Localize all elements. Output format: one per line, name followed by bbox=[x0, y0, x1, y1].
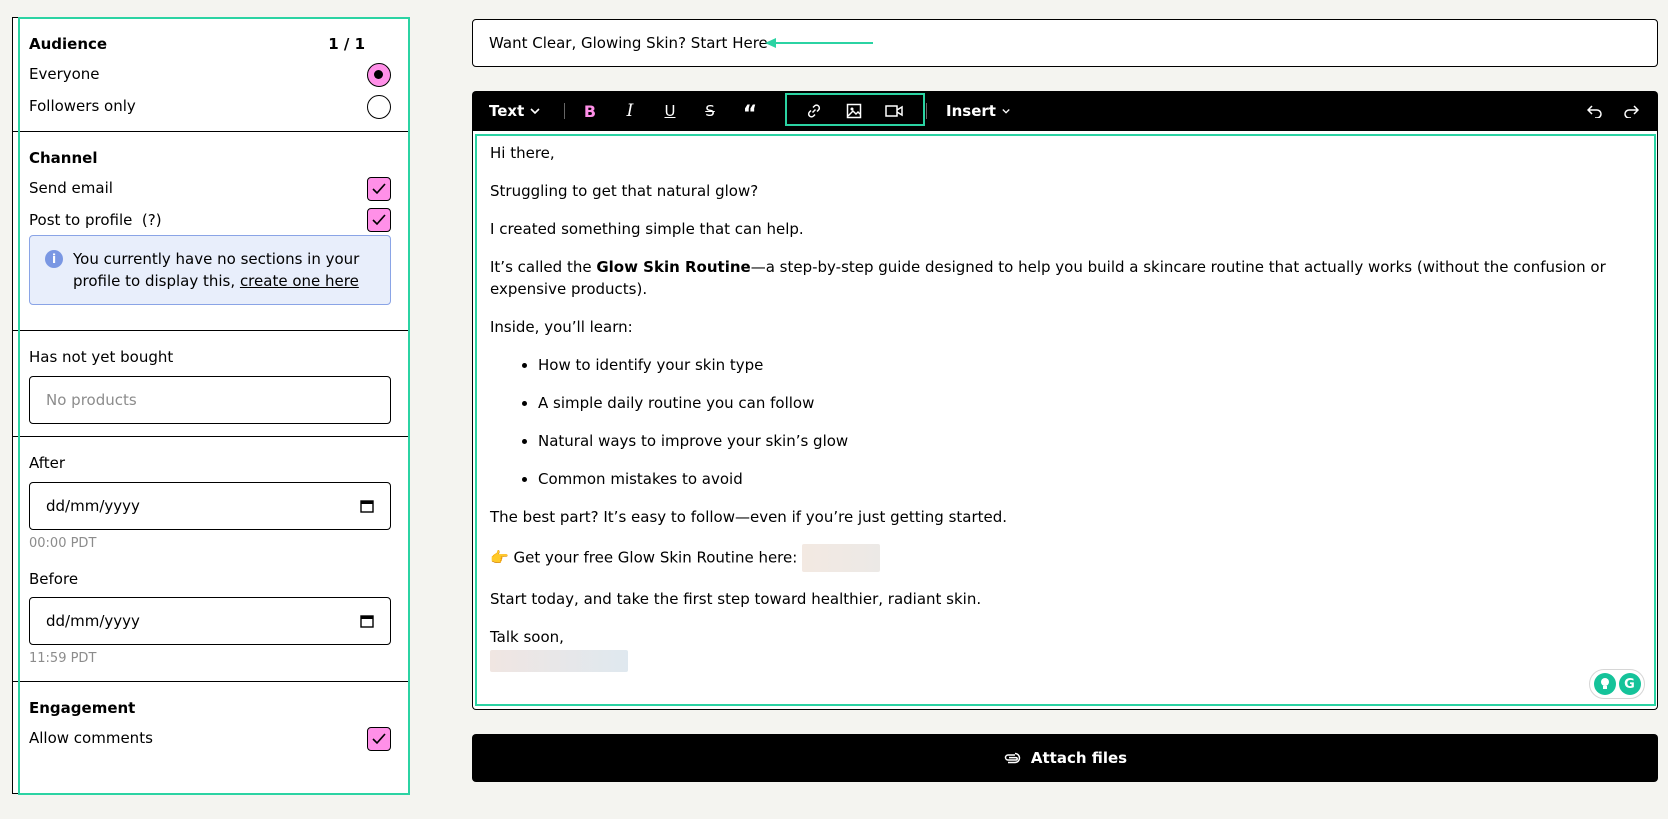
undo-icon bbox=[1587, 105, 1602, 118]
pointing-hand-icon: 👉 bbox=[490, 548, 509, 567]
body-paragraph: It’s called the Glow Skin Routine—a step… bbox=[490, 256, 1637, 300]
products-placeholder: No products bbox=[46, 391, 137, 409]
paperclip-icon bbox=[1004, 752, 1021, 764]
bold-button[interactable]: B bbox=[574, 91, 606, 131]
chevron-down-icon bbox=[1002, 108, 1010, 114]
before-date-input[interactable]: dd/mm/yyyy bbox=[29, 597, 391, 645]
help-icon[interactable]: (?) bbox=[142, 211, 162, 229]
signoff-paragraph: Talk soon, bbox=[490, 626, 1637, 672]
email-body-editor[interactable]: Hi there, Struggling to get that natural… bbox=[472, 131, 1658, 710]
grammarly-widget[interactable]: G bbox=[1589, 669, 1645, 699]
toolbar-divider bbox=[926, 103, 927, 119]
quote-button[interactable]: “ bbox=[734, 91, 766, 131]
send-email-checkbox[interactable] bbox=[367, 177, 391, 201]
p3-prefix: It’s called the bbox=[490, 258, 597, 276]
editor-toolbar: Text B I U S “ Insert bbox=[472, 91, 1658, 131]
engagement-section: Engagement Allow comments bbox=[13, 682, 408, 794]
strikethrough-icon: S bbox=[705, 102, 715, 120]
calendar-icon[interactable] bbox=[360, 499, 374, 513]
products-select[interactable]: No products bbox=[29, 376, 391, 424]
create-section-link[interactable]: create one here bbox=[240, 272, 359, 290]
arrow-annotation-icon bbox=[765, 38, 873, 48]
allow-comments-checkbox[interactable] bbox=[367, 727, 391, 751]
list-item: Common mistakes to avoid bbox=[538, 468, 1637, 490]
audience-option-label: Followers only bbox=[29, 97, 136, 115]
engagement-heading: Engagement bbox=[29, 699, 136, 717]
redo-button[interactable] bbox=[1616, 91, 1646, 131]
signoff-text: Talk soon, bbox=[490, 628, 564, 646]
insert-label: Insert bbox=[946, 102, 996, 120]
post-to-profile-checkbox[interactable] bbox=[367, 208, 391, 232]
cta-paragraph: 👉 Get your free Glow Skin Routine here: bbox=[490, 544, 1637, 572]
info-banner: i You currently have no sections in your… bbox=[29, 235, 391, 305]
audience-count: 1 / 1 bbox=[328, 35, 365, 53]
send-email-label: Send email bbox=[29, 179, 113, 197]
bold-icon: B bbox=[583, 101, 597, 121]
not-bought-label: Has not yet bought bbox=[29, 348, 174, 366]
list-item: A simple daily routine you can follow bbox=[538, 392, 1637, 414]
body-paragraph: Struggling to get that natural glow? bbox=[490, 182, 759, 200]
italic-button[interactable]: I bbox=[614, 91, 646, 131]
audience-option-label: Everyone bbox=[29, 65, 100, 83]
redo-icon bbox=[1624, 105, 1639, 118]
text-style-label: Text bbox=[489, 102, 525, 120]
undo-button[interactable] bbox=[1580, 91, 1610, 131]
channel-section: Channel Send email Post to profile (?) i… bbox=[13, 132, 408, 331]
body-paragraph: I created something simple that can help… bbox=[490, 220, 804, 238]
toolbar-media-highlight bbox=[785, 93, 925, 126]
audience-heading: Audience bbox=[29, 35, 108, 53]
email-body-content[interactable]: Hi there, Struggling to get that natural… bbox=[490, 142, 1637, 688]
calendar-icon[interactable] bbox=[360, 614, 374, 628]
toolbar-divider bbox=[564, 103, 565, 119]
attach-files-label: Attach files bbox=[1030, 749, 1128, 767]
after-time: 00:00 PDT bbox=[29, 536, 97, 551]
lightbulb-icon[interactable] bbox=[1593, 673, 1616, 695]
greeting-line: Hi there, bbox=[490, 144, 555, 162]
info-icon: i bbox=[45, 250, 63, 268]
redacted-signature bbox=[490, 650, 628, 672]
attach-files-button[interactable]: Attach files bbox=[472, 734, 1658, 782]
date-section: After dd/mm/yyyy 00:00 PDT Before dd/mm/… bbox=[13, 437, 408, 682]
subject-input[interactable]: Want Clear, Glowing Skin? Start Here bbox=[472, 19, 1658, 67]
not-bought-section: Has not yet bought No products bbox=[13, 331, 408, 437]
checkmark-icon bbox=[372, 733, 386, 745]
post-to-profile-text: Post to profile bbox=[29, 211, 133, 229]
body-paragraph: The best part? It’s easy to follow—even … bbox=[490, 508, 1008, 526]
channel-heading: Channel bbox=[29, 149, 98, 167]
checkmark-icon bbox=[372, 183, 386, 195]
cta-text: Get your free Glow Skin Routine here: bbox=[513, 548, 798, 567]
post-to-profile-label: Post to profile (?) bbox=[29, 211, 162, 229]
benefits-list: How to identify your skin type A simple … bbox=[538, 354, 1637, 490]
list-item: Natural ways to improve your skin’s glow bbox=[538, 430, 1637, 452]
everyone-radio[interactable] bbox=[367, 63, 391, 87]
underline-icon: U bbox=[664, 102, 676, 120]
grammarly-icon[interactable]: G bbox=[1618, 673, 1641, 695]
text-style-dropdown[interactable]: Text bbox=[489, 91, 547, 131]
after-date-input[interactable]: dd/mm/yyyy bbox=[29, 482, 391, 530]
strikethrough-button[interactable]: S bbox=[694, 91, 726, 131]
insert-dropdown[interactable]: Insert bbox=[946, 91, 1010, 131]
before-time: 11:59 PDT bbox=[29, 651, 97, 666]
product-name: Glow Skin Routine bbox=[596, 258, 751, 276]
before-date-placeholder: dd/mm/yyyy bbox=[46, 612, 140, 630]
list-item: How to identify your skin type bbox=[538, 354, 1637, 376]
chevron-down-icon bbox=[530, 107, 540, 114]
audience-section: Audience 1 / 1 Everyone Followers only bbox=[13, 18, 408, 132]
checkmark-icon bbox=[372, 214, 386, 226]
after-label: After bbox=[29, 454, 66, 472]
after-date-placeholder: dd/mm/yyyy bbox=[46, 497, 140, 515]
body-paragraph: Inside, you’ll learn: bbox=[490, 318, 633, 336]
redacted-link[interactable] bbox=[802, 544, 881, 572]
allow-comments-label: Allow comments bbox=[29, 729, 153, 747]
followers-only-radio[interactable] bbox=[367, 95, 391, 119]
subject-text: Want Clear, Glowing Skin? Start Here bbox=[489, 34, 768, 52]
underline-button[interactable]: U bbox=[654, 91, 686, 131]
quote-icon: “ bbox=[742, 102, 758, 127]
body-paragraph: Start today, and take the first step tow… bbox=[490, 590, 982, 608]
settings-panel: Audience 1 / 1 Everyone Followers only C… bbox=[12, 17, 409, 794]
before-label: Before bbox=[29, 570, 79, 588]
italic-icon: I bbox=[626, 101, 634, 121]
